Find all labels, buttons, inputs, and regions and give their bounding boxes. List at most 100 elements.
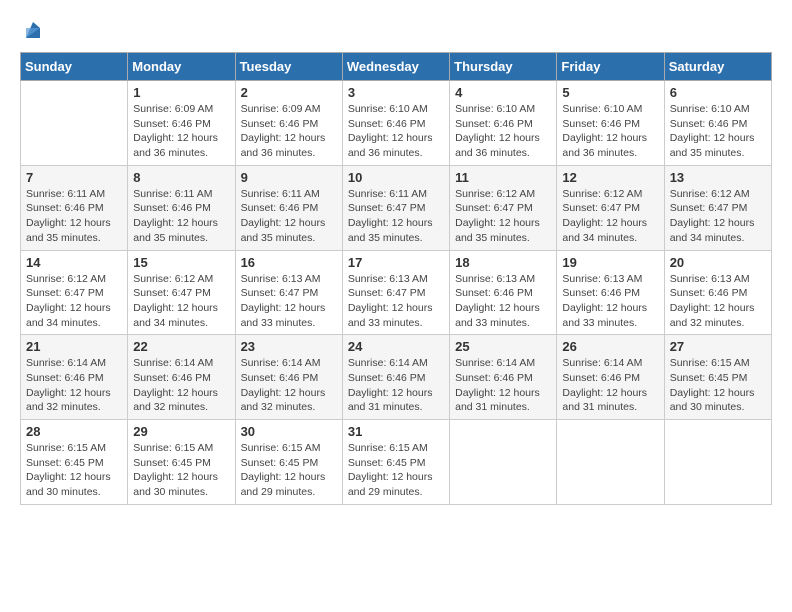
calendar-cell: 12 Sunrise: 6:12 AMSunset: 6:47 PMDayligh… bbox=[557, 165, 664, 250]
day-info: Sunrise: 6:14 AMSunset: 6:46 PMDaylight:… bbox=[241, 356, 337, 415]
day-info: Sunrise: 6:15 AMSunset: 6:45 PMDaylight:… bbox=[241, 441, 337, 500]
calendar-week-5: 28 Sunrise: 6:15 AMSunset: 6:45 PMDayligh… bbox=[21, 420, 772, 505]
day-info: Sunrise: 6:14 AMSunset: 6:46 PMDaylight:… bbox=[455, 356, 551, 415]
calendar-header-saturday: Saturday bbox=[664, 53, 771, 81]
day-number: 11 bbox=[455, 170, 551, 185]
day-number: 31 bbox=[348, 424, 444, 439]
day-number: 6 bbox=[670, 85, 766, 100]
day-number: 28 bbox=[26, 424, 122, 439]
calendar-week-3: 14 Sunrise: 6:12 AMSunset: 6:47 PMDayligh… bbox=[21, 250, 772, 335]
day-info: Sunrise: 6:11 AMSunset: 6:46 PMDaylight:… bbox=[26, 187, 122, 246]
day-info: Sunrise: 6:09 AMSunset: 6:46 PMDaylight:… bbox=[241, 102, 337, 161]
day-number: 19 bbox=[562, 255, 658, 270]
day-number: 15 bbox=[133, 255, 229, 270]
calendar-cell: 27 Sunrise: 6:15 AMSunset: 6:45 PMDayligh… bbox=[664, 335, 771, 420]
calendar-header-sunday: Sunday bbox=[21, 53, 128, 81]
day-number: 25 bbox=[455, 339, 551, 354]
day-info: Sunrise: 6:12 AMSunset: 6:47 PMDaylight:… bbox=[562, 187, 658, 246]
calendar-cell: 3 Sunrise: 6:10 AMSunset: 6:46 PMDaylight… bbox=[342, 81, 449, 166]
calendar-cell: 23 Sunrise: 6:14 AMSunset: 6:46 PMDayligh… bbox=[235, 335, 342, 420]
day-number: 27 bbox=[670, 339, 766, 354]
calendar-cell bbox=[450, 420, 557, 505]
calendar-cell bbox=[21, 81, 128, 166]
day-number: 23 bbox=[241, 339, 337, 354]
calendar-cell: 2 Sunrise: 6:09 AMSunset: 6:46 PMDaylight… bbox=[235, 81, 342, 166]
calendar-cell: 15 Sunrise: 6:12 AMSunset: 6:47 PMDayligh… bbox=[128, 250, 235, 335]
logo bbox=[20, 20, 44, 42]
day-number: 4 bbox=[455, 85, 551, 100]
day-number: 29 bbox=[133, 424, 229, 439]
day-info: Sunrise: 6:14 AMSunset: 6:46 PMDaylight:… bbox=[562, 356, 658, 415]
day-number: 30 bbox=[241, 424, 337, 439]
day-number: 17 bbox=[348, 255, 444, 270]
day-info: Sunrise: 6:11 AMSunset: 6:46 PMDaylight:… bbox=[133, 187, 229, 246]
day-number: 10 bbox=[348, 170, 444, 185]
day-info: Sunrise: 6:12 AMSunset: 6:47 PMDaylight:… bbox=[133, 272, 229, 331]
calendar-cell: 8 Sunrise: 6:11 AMSunset: 6:46 PMDaylight… bbox=[128, 165, 235, 250]
calendar-header-tuesday: Tuesday bbox=[235, 53, 342, 81]
day-number: 7 bbox=[26, 170, 122, 185]
calendar-cell: 14Sunrise: 6:12 AMSunset: 6:47 PMDayligh… bbox=[21, 250, 128, 335]
day-number: 1 bbox=[133, 85, 229, 100]
calendar-cell: 17 Sunrise: 6:13 AMSunset: 6:47 PMDayligh… bbox=[342, 250, 449, 335]
day-info: Sunrise: 6:15 AMSunset: 6:45 PMDaylight:… bbox=[348, 441, 444, 500]
calendar-cell: 20Sunrise: 6:13 AMSunset: 6:46 PMDayligh… bbox=[664, 250, 771, 335]
calendar-cell: 28Sunrise: 6:15 AMSunset: 6:45 PMDayligh… bbox=[21, 420, 128, 505]
day-info: Sunrise: 6:12 AMSunset: 6:47 PMDaylight:… bbox=[455, 187, 551, 246]
calendar-cell: 19 Sunrise: 6:13 AMSunset: 6:46 PMDayligh… bbox=[557, 250, 664, 335]
calendar-cell: 6 Sunrise: 6:10 AMSunset: 6:46 PMDaylight… bbox=[664, 81, 771, 166]
day-info: Sunrise: 6:14 AMSunset: 6:46 PMDaylight:… bbox=[26, 356, 122, 415]
calendar-cell: 24 Sunrise: 6:14 AMSunset: 6:46 PMDayligh… bbox=[342, 335, 449, 420]
day-number: 16 bbox=[241, 255, 337, 270]
day-number: 3 bbox=[348, 85, 444, 100]
day-number: 12 bbox=[562, 170, 658, 185]
day-info: Sunrise: 6:14 AMSunset: 6:46 PMDaylight:… bbox=[348, 356, 444, 415]
day-number: 24 bbox=[348, 339, 444, 354]
calendar-header-monday: Monday bbox=[128, 53, 235, 81]
day-number: 9 bbox=[241, 170, 337, 185]
day-number: 14 bbox=[26, 255, 122, 270]
day-info: Sunrise: 6:10 AMSunset: 6:46 PMDaylight:… bbox=[455, 102, 551, 161]
day-number: 8 bbox=[133, 170, 229, 185]
calendar-cell: 25 Sunrise: 6:14 AMSunset: 6:46 PMDayligh… bbox=[450, 335, 557, 420]
day-info: Sunrise: 6:10 AMSunset: 6:46 PMDaylight:… bbox=[562, 102, 658, 161]
day-info: Sunrise: 6:13 AMSunset: 6:46 PMDaylight:… bbox=[562, 272, 658, 331]
calendar-header-thursday: Thursday bbox=[450, 53, 557, 81]
calendar-header-friday: Friday bbox=[557, 53, 664, 81]
day-info: Sunrise: 6:13 AMSunset: 6:46 PMDaylight:… bbox=[670, 272, 766, 331]
day-number: 22 bbox=[133, 339, 229, 354]
calendar-cell: 31 Sunrise: 6:15 AMSunset: 6:45 PMDayligh… bbox=[342, 420, 449, 505]
day-number: 26 bbox=[562, 339, 658, 354]
day-number: 5 bbox=[562, 85, 658, 100]
calendar-cell: 22 Sunrise: 6:14 AMSunset: 6:46 PMDayligh… bbox=[128, 335, 235, 420]
day-info: Sunrise: 6:13 AMSunset: 6:47 PMDaylight:… bbox=[241, 272, 337, 331]
calendar-cell: 9Sunrise: 6:11 AMSunset: 6:46 PMDaylight… bbox=[235, 165, 342, 250]
calendar-cell: 26 Sunrise: 6:14 AMSunset: 6:46 PMDayligh… bbox=[557, 335, 664, 420]
day-info: Sunrise: 6:15 AMSunset: 6:45 PMDaylight:… bbox=[670, 356, 766, 415]
calendar-cell: 13 Sunrise: 6:12 AMSunset: 6:47 PMDayligh… bbox=[664, 165, 771, 250]
calendar-week-1: 1 Sunrise: 6:09 AMSunset: 6:46 PMDaylight… bbox=[21, 81, 772, 166]
day-info: Sunrise: 6:12 AMSunset: 6:47 PMDaylight:… bbox=[670, 187, 766, 246]
day-number: 13 bbox=[670, 170, 766, 185]
day-info: Sunrise: 6:10 AMSunset: 6:46 PMDaylight:… bbox=[348, 102, 444, 161]
calendar-cell bbox=[557, 420, 664, 505]
day-info: Sunrise: 6:15 AMSunset: 6:45 PMDaylight:… bbox=[133, 441, 229, 500]
day-info: Sunrise: 6:14 AMSunset: 6:46 PMDaylight:… bbox=[133, 356, 229, 415]
calendar-cell: 1 Sunrise: 6:09 AMSunset: 6:46 PMDaylight… bbox=[128, 81, 235, 166]
calendar-cell bbox=[664, 420, 771, 505]
day-info: Sunrise: 6:13 AMSunset: 6:47 PMDaylight:… bbox=[348, 272, 444, 331]
calendar-week-2: 7 Sunrise: 6:11 AMSunset: 6:46 PMDaylight… bbox=[21, 165, 772, 250]
calendar-cell: 18Sunrise: 6:13 AMSunset: 6:46 PMDayligh… bbox=[450, 250, 557, 335]
calendar-week-4: 21 Sunrise: 6:14 AMSunset: 6:46 PMDayligh… bbox=[21, 335, 772, 420]
calendar-cell: 21 Sunrise: 6:14 AMSunset: 6:46 PMDayligh… bbox=[21, 335, 128, 420]
day-number: 21 bbox=[26, 339, 122, 354]
day-info: Sunrise: 6:09 AMSunset: 6:46 PMDaylight:… bbox=[133, 102, 229, 161]
day-info: Sunrise: 6:13 AMSunset: 6:46 PMDaylight:… bbox=[455, 272, 551, 331]
logo-icon bbox=[22, 20, 44, 42]
day-number: 2 bbox=[241, 85, 337, 100]
day-info: Sunrise: 6:10 AMSunset: 6:46 PMDaylight:… bbox=[670, 102, 766, 161]
calendar-table: SundayMondayTuesdayWednesdayThursdayFrid… bbox=[20, 52, 772, 505]
calendar-cell: 7 Sunrise: 6:11 AMSunset: 6:46 PMDaylight… bbox=[21, 165, 128, 250]
calendar-cell: 16 Sunrise: 6:13 AMSunset: 6:47 PMDayligh… bbox=[235, 250, 342, 335]
calendar-cell: 11 Sunrise: 6:12 AMSunset: 6:47 PMDayligh… bbox=[450, 165, 557, 250]
